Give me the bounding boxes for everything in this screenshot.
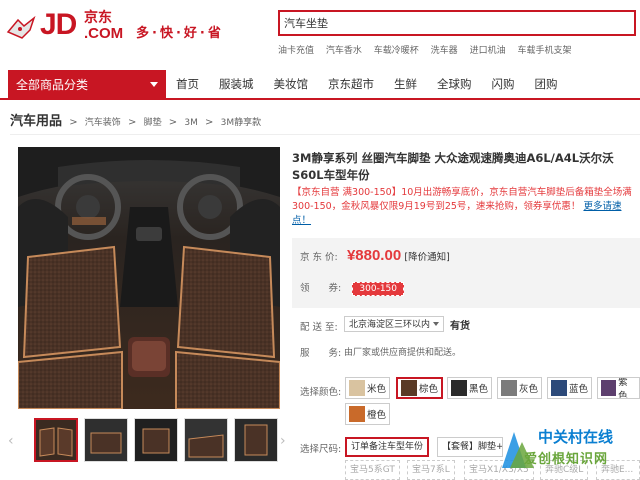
color-select-label: 选择颜色: — [300, 387, 342, 398]
divider — [10, 134, 640, 135]
breadcrumb-item[interactable]: 汽车装饰 — [85, 118, 121, 128]
size-option[interactable]: 宝马7系L — [407, 460, 455, 480]
chevron-down-icon — [150, 82, 158, 87]
breadcrumb: 汽车用品 > 汽车装饰 > 脚垫 > 3M > 3M静享款 — [10, 110, 261, 130]
size-select-label: 选择尺码: — [300, 444, 342, 455]
thumbnail[interactable] — [184, 418, 228, 462]
hot-word[interactable]: 进口机油 — [470, 46, 506, 56]
chevron-left-icon[interactable]: ‹ — [8, 432, 18, 450]
thumbnail-strip: ‹ › — [8, 418, 288, 466]
size-option[interactable]: 【套餐】脚垫+后... — [437, 437, 503, 457]
hot-words: 油卡充值 汽车香水 车载冷暖杯 洗车器 进口机油 车载手机支架 — [278, 43, 638, 56]
breadcrumb-root[interactable]: 汽车用品 — [10, 114, 62, 129]
hot-word[interactable]: 车载冷暖杯 — [374, 46, 419, 56]
nav-items: 首页 服装城 美妆馆 京东超市 生鲜 全球购 闪购 团购 — [166, 70, 568, 98]
color-option[interactable]: 米色 — [345, 377, 391, 399]
nav-item-global[interactable]: 全球购 — [427, 70, 482, 98]
price-value: ¥880.00 — [346, 247, 402, 264]
breadcrumb-item[interactable]: 脚垫 — [144, 118, 162, 128]
nav-item-supermarket[interactable]: 京东超市 — [318, 70, 384, 98]
thumbnail[interactable] — [34, 418, 78, 462]
hot-word[interactable]: 油卡充值 — [278, 46, 314, 56]
swatch-icon — [451, 380, 467, 396]
slogan: 多·快·好·省 — [136, 26, 224, 41]
swatch-icon — [349, 380, 365, 396]
swatch-icon — [551, 380, 567, 396]
thumbnail[interactable] — [134, 418, 178, 462]
jd-logo-com: .COM — [84, 25, 124, 42]
breadcrumb-separator-icon: > — [69, 117, 78, 128]
region-value: 北京海淀区三环以内 — [349, 320, 431, 330]
color-option[interactable]: 黑色 — [447, 377, 493, 399]
color-option-label: 橙色 — [367, 410, 387, 421]
price-row: 京 东 价: ¥880.00 [降价通知] — [300, 247, 450, 264]
size-option[interactable]: 宝马5系GT — [345, 460, 400, 480]
region-select[interactable]: 北京海淀区三环以内 — [344, 316, 444, 332]
service-label: 服 务: — [300, 348, 342, 359]
color-option[interactable]: 紫色 — [597, 377, 640, 399]
breadcrumb-separator-icon: > — [168, 117, 178, 128]
color-option[interactable]: 灰色 — [497, 377, 543, 399]
chevron-right-icon[interactable]: › — [280, 432, 290, 450]
delivery-label: 配 送 至: — [300, 322, 338, 333]
nav-item-beauty[interactable]: 美妆馆 — [264, 70, 319, 98]
nav-item-home[interactable]: 首页 — [166, 70, 209, 98]
search-box — [278, 10, 636, 36]
coupon-row: 领 券: 300-150 — [300, 280, 404, 296]
jd-logo-cn: 京东 — [84, 10, 112, 26]
jd-dog-logo-icon[interactable] — [4, 12, 38, 46]
hot-word[interactable]: 车载手机支架 — [517, 46, 571, 56]
size-option-selected[interactable]: 订单备注车型年份 — [345, 437, 430, 457]
service-text: 由厂家或供应商提供和配送。 — [344, 348, 462, 358]
breadcrumb-separator-icon: > — [205, 117, 214, 128]
all-categories-label: 全部商品分类 — [16, 78, 89, 92]
nav-item-group[interactable]: 团购 — [525, 70, 568, 98]
price-area: 京 东 价: ¥880.00 [降价通知] 领 券: 300-150 — [292, 238, 640, 308]
product-main-image[interactable] — [18, 147, 280, 409]
color-option[interactable]: 橙色 — [345, 403, 391, 425]
swatch-icon — [601, 380, 617, 396]
promo-body: 【京东自营 满300-150】10月出游畅享底价，京东自营汽车脚垫后备箱垫全场满… — [292, 187, 632, 212]
price-notice-link[interactable]: [降价通知] — [404, 252, 449, 263]
color-option-selected[interactable]: 棕色 — [396, 377, 444, 399]
color-option-label: 棕色 — [419, 384, 439, 395]
jd-logo-text[interactable]: JD — [40, 10, 77, 40]
breadcrumb-item[interactable]: 3M静享款 — [221, 118, 262, 128]
nav-item-fresh[interactable]: 生鲜 — [384, 70, 427, 98]
color-option-label: 紫色 — [618, 377, 628, 399]
product-title: 3M静享系列 丝圈汽车脚垫 大众途观速腾奥迪A6L/A4L沃尔沃S60L车型年份 — [292, 151, 614, 182]
breadcrumb-item[interactable]: 3M — [184, 118, 198, 128]
price-label: 京 东 价: — [300, 252, 338, 263]
hot-word[interactable]: 汽车香水 — [326, 46, 362, 56]
swatch-icon — [401, 380, 417, 396]
hot-word[interactable]: 洗车器 — [431, 46, 458, 56]
color-option-label: 灰色 — [519, 384, 539, 395]
search-input[interactable] — [280, 12, 634, 34]
thumbnail[interactable] — [84, 418, 128, 462]
watermark-text: 中关村在线 — [538, 428, 614, 446]
promo-text: 【京东自营 满300-150】10月出游畅享底价，京东自营汽车脚垫后备箱垫全场满… — [292, 186, 640, 228]
swatch-icon — [349, 406, 365, 422]
coupon-badge[interactable]: 300-150 — [352, 282, 404, 296]
nav-item-flash[interactable]: 闪购 — [482, 70, 525, 98]
coupon-label: 领 券: — [300, 283, 342, 294]
stock-status: 有货 — [450, 321, 470, 332]
color-option[interactable]: 蓝色 — [547, 377, 593, 399]
watermark-text: 爱创根知识网 — [524, 452, 609, 467]
all-categories-button[interactable]: 全部商品分类 — [8, 70, 166, 100]
breadcrumb-separator-icon: > — [127, 117, 137, 128]
nav-item-clothing[interactable]: 服装城 — [209, 70, 264, 98]
swatch-icon — [501, 380, 517, 396]
color-option-label: 米色 — [367, 384, 387, 395]
color-option-label: 蓝色 — [569, 384, 589, 395]
color-option-label: 黑色 — [469, 384, 489, 395]
chevron-down-icon — [433, 322, 439, 326]
thumbnail[interactable] — [234, 418, 278, 462]
